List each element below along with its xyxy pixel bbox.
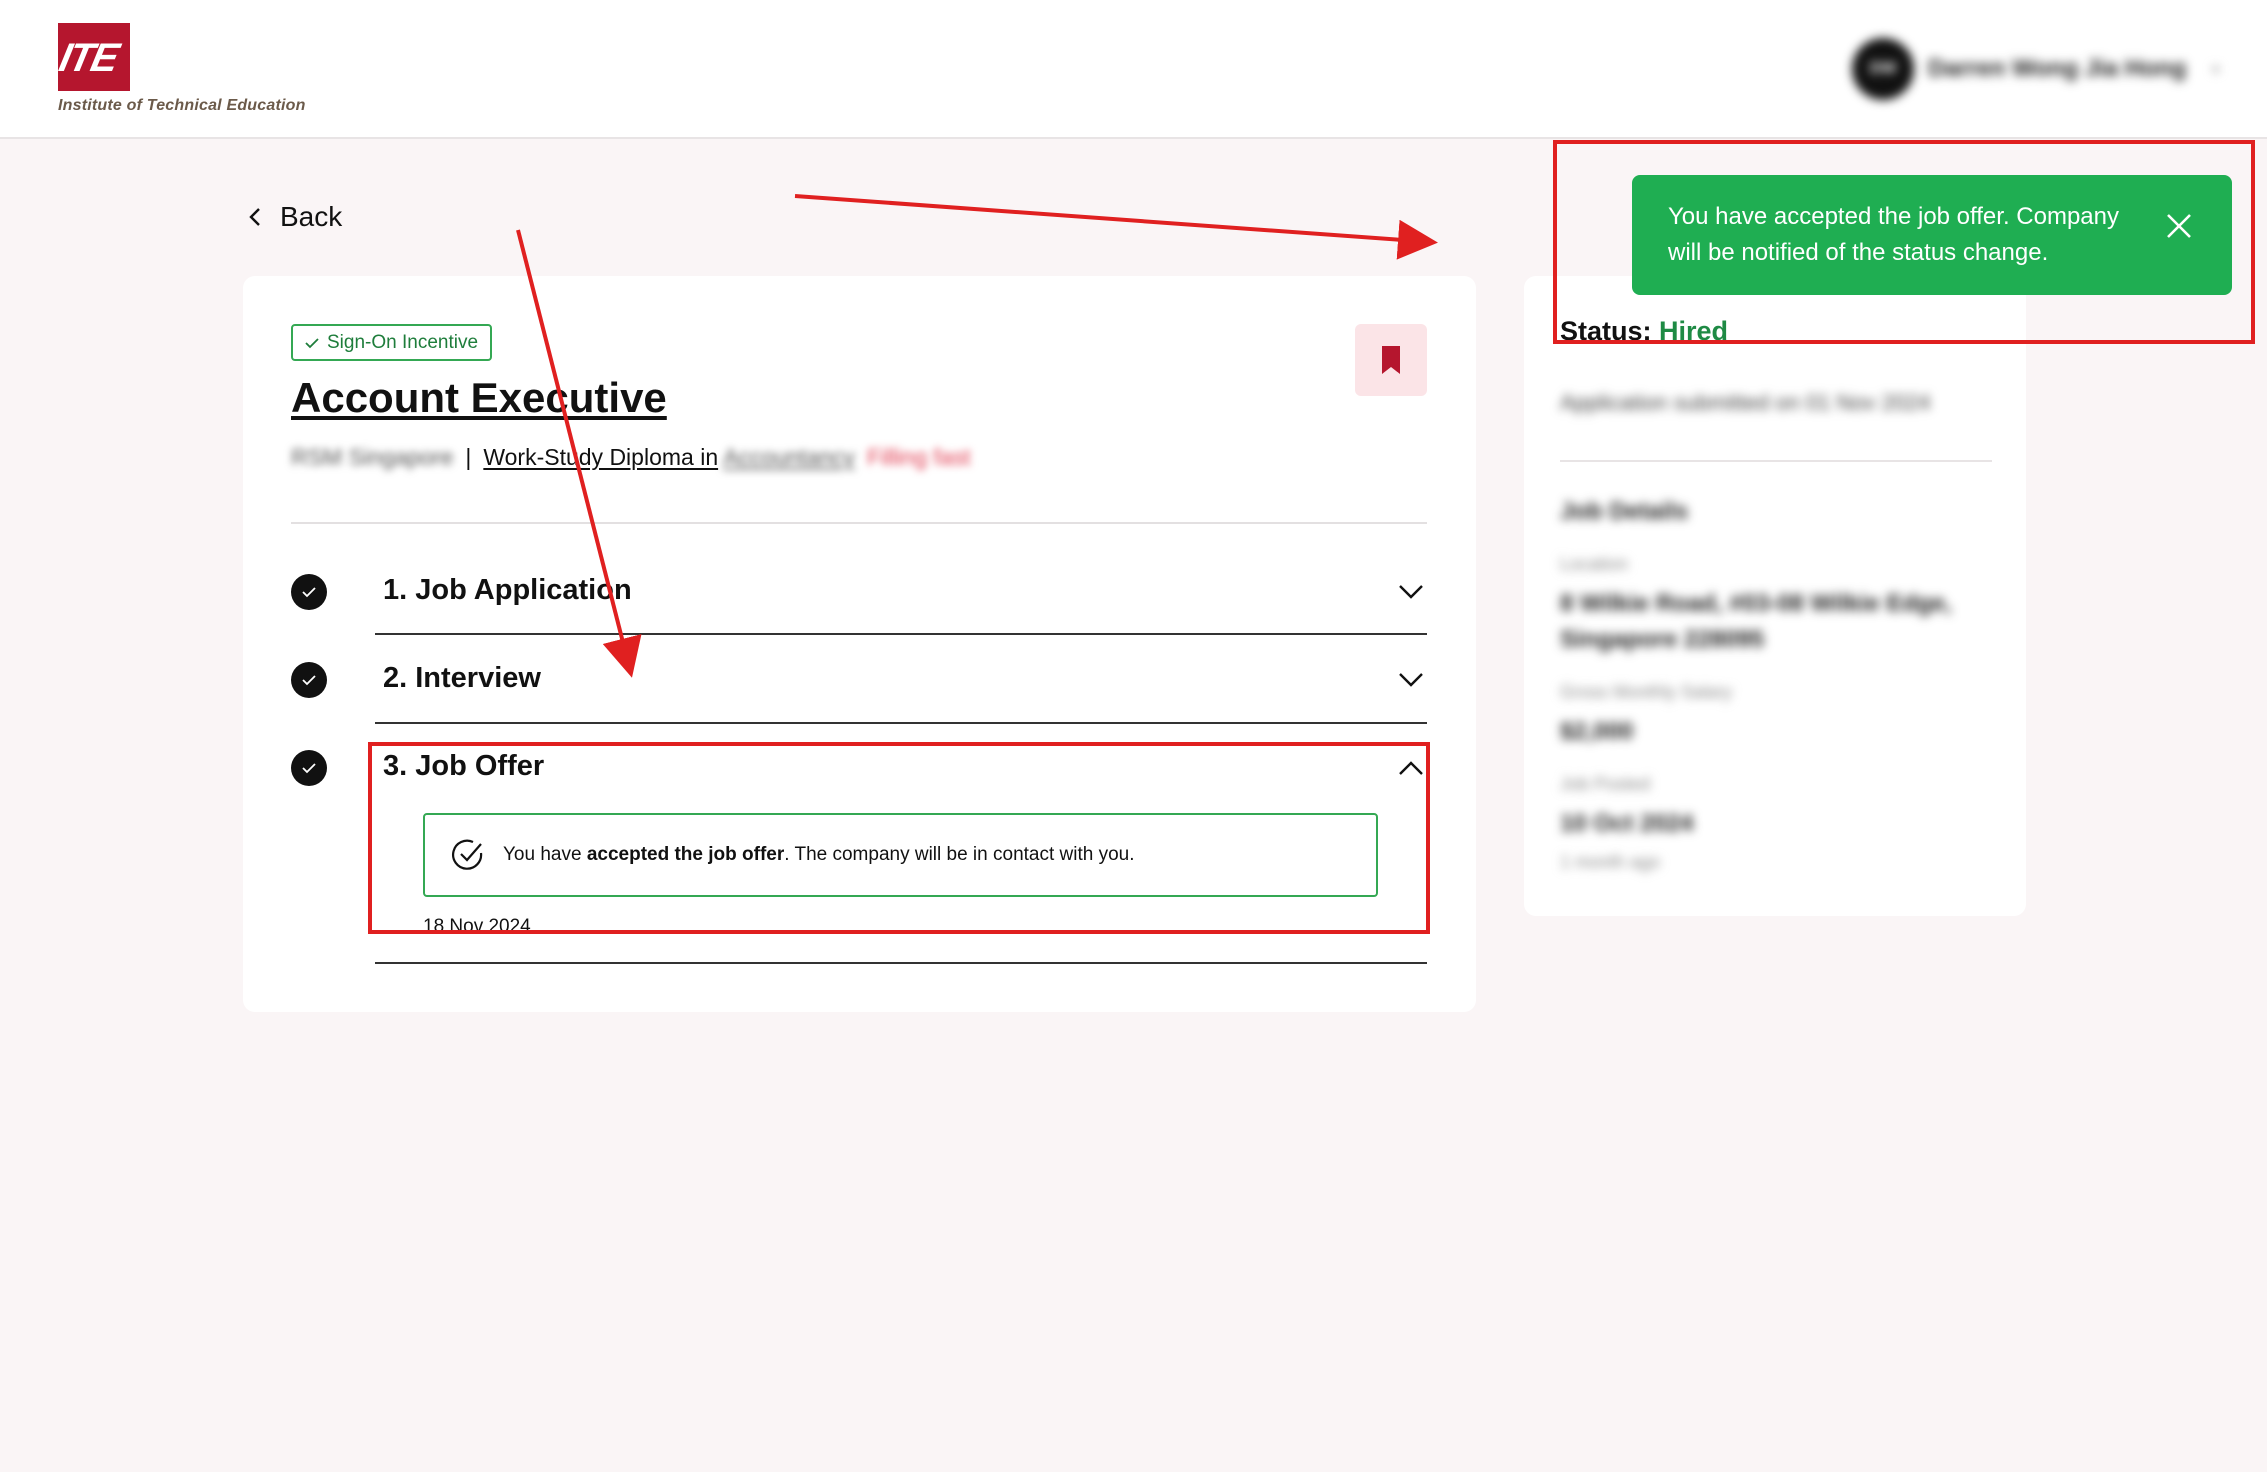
user-menu[interactable]: DW Darren Wong Jia Hong ▾ <box>1852 38 2219 100</box>
step-complete-icon <box>291 662 327 698</box>
logo-mark-text: ITE <box>58 36 122 80</box>
annotation-box-job-offer <box>368 742 1430 934</box>
annotation-arrow-to-toast <box>794 194 1438 260</box>
step-divider <box>375 722 1427 724</box>
job-details-heading: Job Details <box>1560 498 1689 525</box>
location-label: Location <box>1560 554 1629 574</box>
top-header: ITE Institute of Technical Education DW … <box>0 0 2267 139</box>
logo-text: Institute of Technical Education <box>58 97 306 114</box>
separator: | <box>465 444 472 470</box>
job-title[interactable]: Account Executive <box>291 374 667 422</box>
back-label: Back <box>280 201 343 232</box>
posted-ago: 1 month ago <box>1560 852 1661 872</box>
posted-value: 10 Oct 2024 <box>1560 810 1694 837</box>
divider <box>1560 460 1992 462</box>
step-divider <box>375 633 1427 635</box>
sign-on-incentive-badge: Sign-On Incentive <box>291 324 493 361</box>
badge-label: Sign-On Incentive <box>327 331 479 353</box>
status-note: Filling fast <box>866 444 971 470</box>
location-line-2: Singapore 228095 <box>1560 626 1765 653</box>
salary-label: Gross Monthly Salary <box>1560 682 1733 702</box>
step-complete-icon <box>291 574 327 610</box>
logo-mark: ITE <box>58 23 130 91</box>
step-interview[interactable]: 2. Interview <box>383 662 541 695</box>
chevron-down-icon: ▾ <box>2212 60 2220 77</box>
salary-value: $2,000 <box>1560 718 1634 745</box>
step-job-application[interactable]: 1. Job Application <box>383 574 632 607</box>
chevron-left-icon <box>249 208 260 226</box>
status-panel: Status: Hired Application submitted on 0… <box>1524 276 2026 916</box>
bookmark-button[interactable] <box>1355 324 1427 396</box>
step-divider <box>375 962 1427 964</box>
annotation-box-toast <box>1553 140 2255 344</box>
submitted-date: Application submitted on 01 Nov 2024 <box>1560 390 1931 415</box>
ite-logo[interactable]: ITE Institute of Technical Education <box>58 23 306 115</box>
divider <box>291 522 1427 524</box>
chevron-down-icon[interactable] <box>1398 584 1424 600</box>
user-name: Darren Wong Jia Hong <box>1928 55 2187 82</box>
posted-label: Job Posted <box>1560 774 1651 794</box>
check-icon <box>305 337 319 348</box>
bookmark-icon <box>1382 346 1400 374</box>
program-prefix: Work-Study Diploma in <box>483 444 719 470</box>
company-name[interactable]: RSM Singapore <box>291 444 453 471</box>
job-subline: RSM Singapore | Work-Study Diploma in Ac… <box>291 444 970 471</box>
location-line-1: 8 Wilkie Road, #03-08 Wilkie Edge, <box>1560 590 1952 617</box>
chevron-down-icon[interactable] <box>1398 672 1424 688</box>
program-field: Accountancy <box>723 444 855 470</box>
program-link[interactable]: Work-Study Diploma in Accountancy <box>483 444 855 471</box>
back-button[interactable]: Back <box>248 201 342 233</box>
step-complete-icon <box>291 750 327 786</box>
avatar: DW <box>1852 38 1914 100</box>
